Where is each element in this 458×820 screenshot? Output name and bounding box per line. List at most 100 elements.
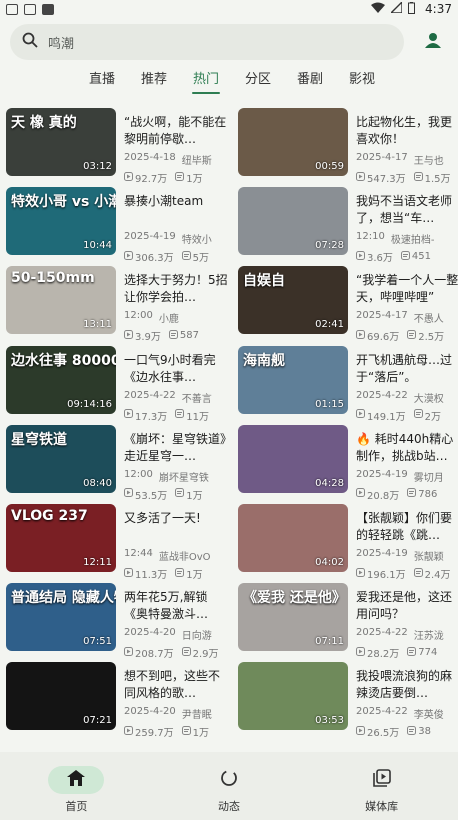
tab-5[interactable]: 影视 xyxy=(336,70,388,94)
video-author[interactable]: 极速拍档- xyxy=(391,231,435,246)
video-title[interactable]: 想不到吧，这些不同风格的歌… xyxy=(124,668,228,702)
video-title[interactable]: 又多活了一天! xyxy=(124,510,228,544)
video-author[interactable]: 小鹿 xyxy=(159,310,179,325)
video-author[interactable]: 日向游 xyxy=(182,627,212,642)
views-icon xyxy=(124,567,133,580)
danmaku-icon xyxy=(175,409,185,421)
views-icon xyxy=(124,171,133,184)
video-thumbnail[interactable]: 特效小哥 vs 小潮 10:44 xyxy=(6,187,116,256)
view-count: 149.1万 xyxy=(367,411,406,423)
tab-3[interactable]: 分区 xyxy=(232,70,284,94)
tab-4[interactable]: 番剧 xyxy=(284,70,336,94)
video-thumbnail[interactable]: 星穹铁道 08:40 xyxy=(6,424,116,493)
video-duration: 12:11 xyxy=(83,557,112,568)
video-thumbnail[interactable]: 50-150mm 13:11 xyxy=(6,266,116,335)
danmaku-icon xyxy=(407,488,417,500)
thumbnail-caption: 50-150mm xyxy=(11,270,95,287)
video-card[interactable]: 07:21 想不到吧，这些不同风格的歌… 2025-4-20 尹昔眠 259.7万 1万 xyxy=(6,662,232,739)
danmaku-count: 1万 xyxy=(186,174,203,185)
video-title[interactable]: 我投喂流浪狗的麻辣烫店要倒… xyxy=(356,668,458,702)
video-thumbnail[interactable]: 07:21 xyxy=(6,662,116,731)
danmaku-icon xyxy=(400,250,410,263)
video-card[interactable]: 自娱自 02:41 “我学着一个人一整天，哔哩哔哩” 2025-4-17 不愚人 69.6… xyxy=(238,266,458,344)
video-title[interactable]: 暴揍小潮team xyxy=(124,193,228,227)
video-duration: 03:53 xyxy=(315,715,344,727)
video-title[interactable]: 🔥 耗时440h精心制作，挑战b站… xyxy=(356,431,458,465)
video-thumbnail[interactable]: 海南舰 01:15 xyxy=(238,345,348,414)
video-meta: 12:00 崩坏星穹铁 xyxy=(124,469,228,484)
tab-1[interactable]: 推荐 xyxy=(128,70,180,94)
video-author[interactable]: 蓝战非OvO xyxy=(159,548,211,563)
category-tabs: 直播 推荐 热门 分区 番剧 影视 xyxy=(76,70,388,94)
video-stats: 208.7万 2.9万 xyxy=(124,645,228,660)
search-input[interactable]: 鸣潮 xyxy=(48,33,74,52)
video-thumbnail[interactable]: 天 橡 真的 03:12 xyxy=(6,108,116,176)
video-title[interactable]: 【张靓颖】你们要的轻轻跳《跳… xyxy=(356,510,458,544)
video-author[interactable]: 不愚人 xyxy=(414,310,444,325)
video-card[interactable]: 《爱我 还是他》 07:11 爱我还是他，这还用问吗？ 2025-4-22 汪苏泷 28.… xyxy=(238,583,458,660)
nav-library[interactable]: 媒体库 xyxy=(305,752,458,820)
video-author[interactable]: 张靓颖 xyxy=(414,548,444,563)
video-title[interactable]: 一口气9小时看完《边水往事… xyxy=(124,352,228,386)
tab-0[interactable]: 直播 xyxy=(76,70,128,94)
video-card[interactable]: 边水往事 80000 554分钟 09:14:16 一口气9小时看完《边水往事… 20… xyxy=(6,345,232,423)
video-thumbnail[interactable]: 自娱自 02:41 xyxy=(238,266,348,335)
video-card[interactable]: VLOG 237 12:11 又多活了一天! 12:44 蓝战非OvO 11.3万 1万 xyxy=(6,504,232,581)
view-count: 69.6万 xyxy=(367,332,400,344)
search-bar[interactable]: 鸣潮 xyxy=(10,24,404,60)
account-button[interactable] xyxy=(417,26,449,58)
video-info: 我妈不当语文老师了，想当“车… 12:10 极速拍档- 3.6万 451 xyxy=(356,193,458,264)
video-card[interactable]: 03:53 我投喂流浪狗的麻辣烫店要倒… 2025-4-22 李英俊 26.5万 38 xyxy=(238,662,458,739)
video-card[interactable]: 天 橡 真的 03:12 “战火啊，能不能在黎明前停歇… 2025-4-18 纽毕斯 92… xyxy=(6,108,232,185)
video-thumbnail[interactable]: 普通结局 隐藏人物 07:51 xyxy=(6,583,116,652)
video-author[interactable]: 李英俊 xyxy=(414,706,444,721)
video-author[interactable]: 汪苏泷 xyxy=(414,627,444,642)
video-title[interactable]: 我妈不当语文老师了，想当“车… xyxy=(356,193,458,227)
video-card[interactable]: 海南舰 01:15 开飞机遇航母…过于“落后”。 2025-4-22 大漠权 149.1万… xyxy=(238,345,458,423)
tab-2[interactable]: 热门 xyxy=(180,70,232,94)
video-thumbnail[interactable]: 04:02 xyxy=(238,504,348,572)
video-card[interactable]: 特效小哥 vs 小潮 10:44 暴揍小潮team 2025-4-19 特效小 306.3… xyxy=(6,187,232,264)
video-author[interactable]: 纽毕斯 xyxy=(182,152,212,167)
video-thumbnail[interactable]: VLOG 237 12:11 xyxy=(6,504,116,572)
video-author[interactable]: 王与也 xyxy=(414,152,444,167)
video-meta: 12:10 极速拍档- xyxy=(356,231,458,246)
video-thumbnail[interactable]: 00:59 xyxy=(238,108,348,176)
video-author[interactable]: 大漠权 xyxy=(414,390,444,405)
views-icon xyxy=(124,329,133,342)
video-card[interactable]: 星穹铁道 08:40 《崩坏：星穹铁道》走近星穹一… 12:00 崩坏星穹铁 53.5万 1… xyxy=(6,424,232,502)
video-thumbnail[interactable]: 《爱我 还是他》 07:11 xyxy=(238,583,348,652)
video-meta: 2025-4-22 汪苏泷 xyxy=(356,627,458,642)
video-thumbnail[interactable]: 07:28 xyxy=(238,187,348,256)
video-thumbnail[interactable]: 边水往事 80000 554分钟 09:14:16 xyxy=(6,345,116,414)
views-icon xyxy=(124,488,133,500)
nav-activity[interactable]: 动态 xyxy=(153,752,306,820)
thumbnail-caption: 天 橡 真的 xyxy=(11,115,77,131)
video-title[interactable]: 选择大于努力！5招让你学会拍… xyxy=(124,272,228,306)
nav-home[interactable]: 首页 xyxy=(0,752,153,820)
video-title[interactable]: 爱我还是他，这还用问吗？ xyxy=(356,589,458,623)
video-card[interactable]: 00:59 比起物化生，我更喜欢你！ 2025-4-17 王与也 547.3万 1.5万 xyxy=(238,108,458,185)
video-card[interactable]: 07:28 我妈不当语文老师了，想当“车… 12:10 极速拍档- 3.6万 451 xyxy=(238,187,458,264)
video-title[interactable]: 比起物化生，我更喜欢你！ xyxy=(356,114,458,148)
video-author[interactable]: 特效小 xyxy=(182,231,212,246)
video-title[interactable]: “战火啊，能不能在黎明前停歇… xyxy=(124,114,228,148)
video-card[interactable]: 04:28 🔥 耗时440h精心制作，挑战b站… 2025-4-19 雾切月 20.8万… xyxy=(238,424,458,502)
video-date: 12:00 xyxy=(124,310,153,322)
video-author[interactable]: 尹昔眠 xyxy=(182,706,212,721)
video-title[interactable]: 《崩坏：星穹铁道》走近星穹一… xyxy=(124,431,228,465)
views-icon xyxy=(356,567,365,580)
video-card[interactable]: 04:02 【张靓颖】你们要的轻轻跳《跳… 2025-4-19 张靓颖 196.1万 2.… xyxy=(238,504,458,581)
video-card[interactable]: 普通结局 隐藏人物 07:51 两年花5万,解锁《奥特曼激斗… 2025-4-20 日向… xyxy=(6,583,232,660)
video-author[interactable]: 崩坏星穹铁 xyxy=(159,469,209,484)
video-thumbnail[interactable]: 03:53 xyxy=(238,662,348,731)
video-author[interactable]: 不善言 xyxy=(182,390,212,405)
video-date: 12:44 xyxy=(124,548,153,559)
video-thumbnail[interactable]: 04:28 xyxy=(238,424,348,493)
video-title[interactable]: “我学着一个人一整天，哔哩哔哩” xyxy=(356,272,458,306)
video-title[interactable]: 两年花5万,解锁《奥特曼激斗… xyxy=(124,589,228,623)
video-author[interactable]: 雾切月 xyxy=(414,469,444,484)
video-card[interactable]: 50-150mm 13:11 选择大于努力！5招让你学会拍… 12:00 小鹿 3.9万 5… xyxy=(6,266,232,343)
video-title[interactable]: 开飞机遇航母…过于“落后”。 xyxy=(356,352,458,386)
thumbnail-caption: 星穹铁道 xyxy=(11,431,67,448)
